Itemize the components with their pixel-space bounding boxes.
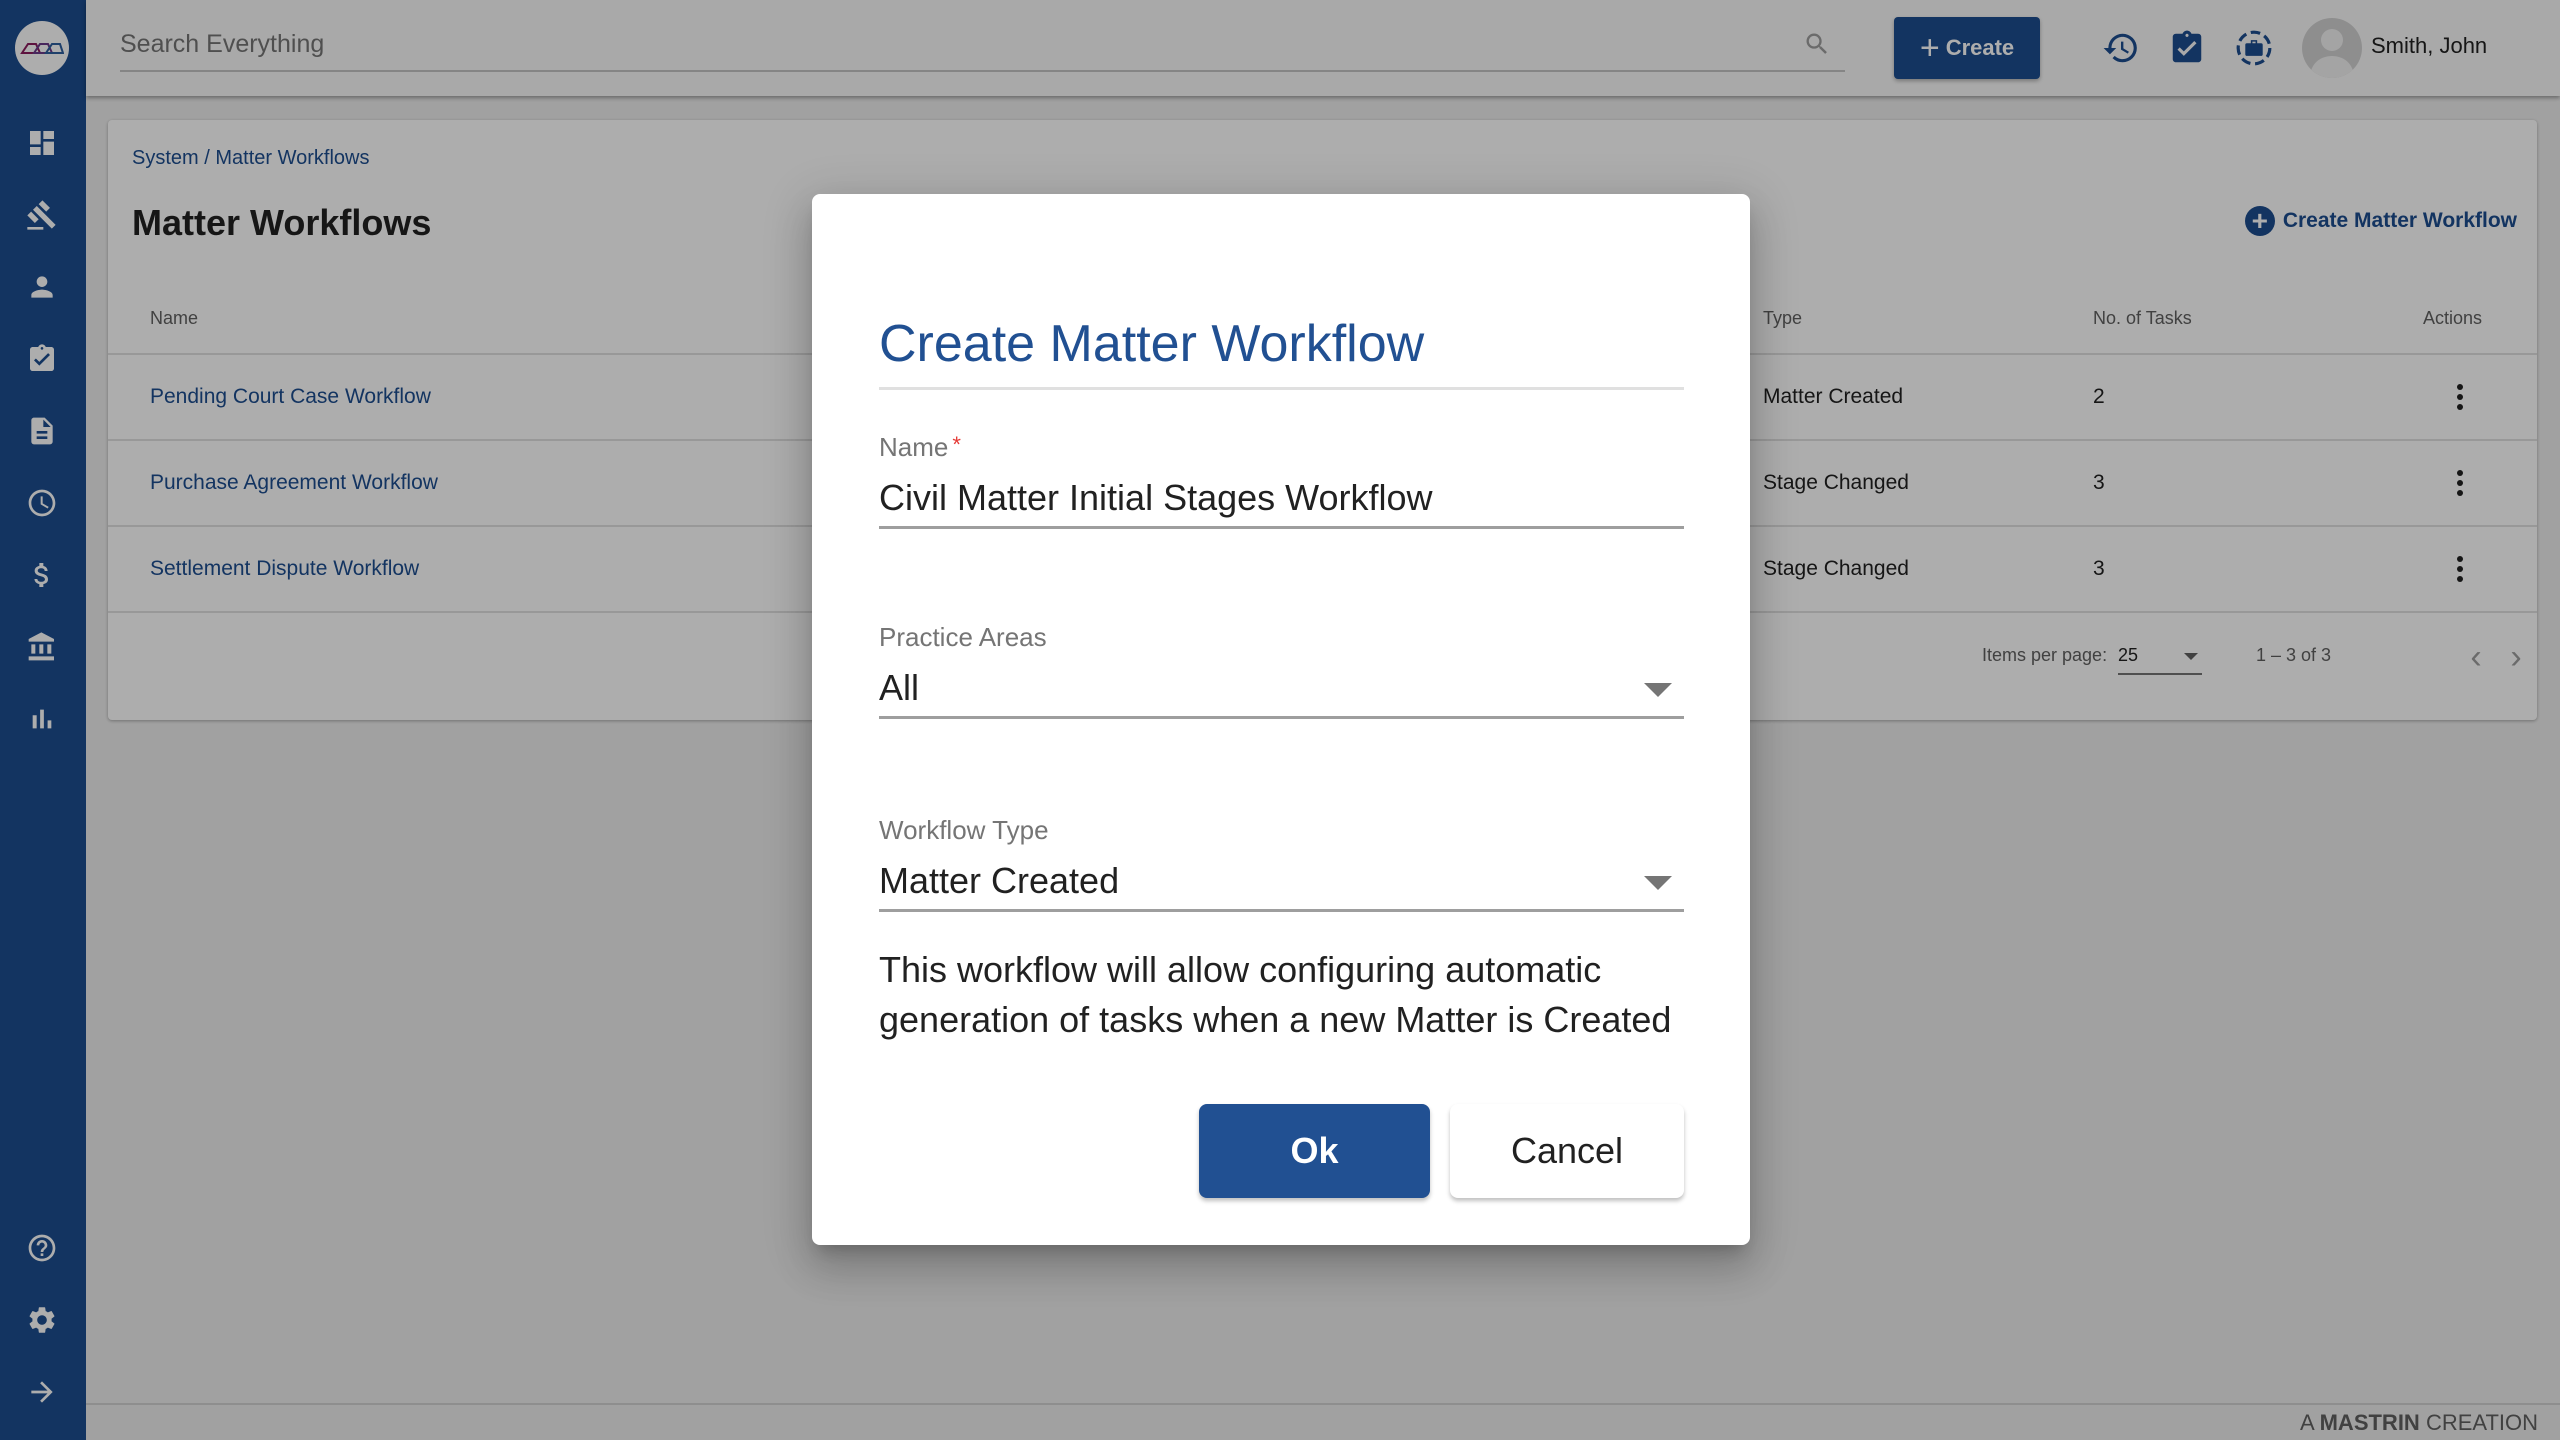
workflow-type-field: Workflow Type Matter Created <box>879 815 1684 912</box>
workflow-type-label: Workflow Type <box>879 815 1049 845</box>
practice-areas-value: All <box>879 667 920 708</box>
workflow-type-select[interactable]: Matter Created <box>879 856 1684 912</box>
practice-areas-field: Practice Areas All <box>879 622 1684 719</box>
create-matter-workflow-dialog: Create Matter Workflow Name* Practice Ar… <box>812 194 1750 1245</box>
caret-down-icon <box>1644 876 1672 890</box>
required-marker: * <box>952 432 961 457</box>
name-input[interactable] <box>879 473 1684 523</box>
workflow-description: This workflow will allow configuring aut… <box>879 949 1672 1040</box>
practice-areas-label: Practice Areas <box>879 622 1047 652</box>
ok-button[interactable]: Ok <box>1199 1104 1430 1198</box>
name-label: Name * <box>879 432 1684 463</box>
cancel-button[interactable]: Cancel <box>1450 1104 1684 1198</box>
name-field: Name * <box>879 432 1684 529</box>
dialog-divider <box>879 387 1684 390</box>
dialog-title: Create Matter Workflow <box>879 315 1425 373</box>
workflow-type-value: Matter Created <box>879 860 1120 901</box>
name-label-text: Name <box>879 432 949 462</box>
name-input-wrapper <box>879 473 1684 529</box>
practice-areas-select[interactable]: All <box>879 663 1684 719</box>
caret-down-icon <box>1644 683 1672 697</box>
